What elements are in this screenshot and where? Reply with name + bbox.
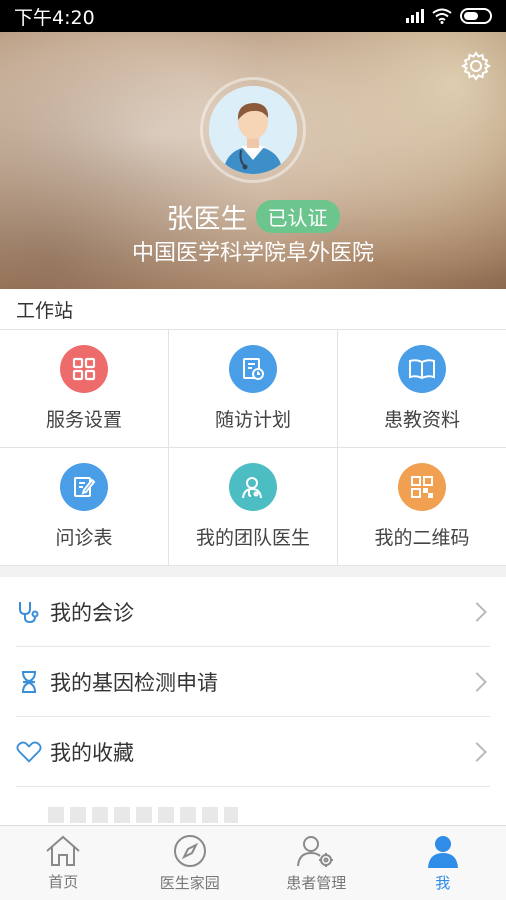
gene-test-item[interactable]: 我的基因检测申请 xyxy=(16,647,490,717)
partial-list-item xyxy=(16,787,506,825)
qrcode-button[interactable]: 我的二维码 xyxy=(338,448,506,566)
settings-gear-icon[interactable] xyxy=(460,50,492,82)
tab-me[interactable]: 我 xyxy=(380,826,506,900)
cell-label: 患教资料 xyxy=(383,409,460,431)
bottom-tab-bar: 首页 医生家园 患者管理 我 xyxy=(0,825,506,900)
patient-manage-icon xyxy=(297,835,334,867)
status-icons xyxy=(406,8,492,24)
chevron-right-icon xyxy=(467,671,487,692)
qrcode-icon xyxy=(398,463,446,511)
my-consultation-item[interactable]: 我的会诊 xyxy=(16,577,490,647)
wifi-icon xyxy=(432,8,452,24)
cell-label: 服务设置 xyxy=(45,409,122,431)
follow-up-plan-button[interactable]: 随访计划 xyxy=(169,330,338,448)
book-icon xyxy=(398,345,446,393)
stethoscope-icon xyxy=(16,599,42,625)
chevron-right-icon xyxy=(467,601,487,622)
hospital-name: 中国医学科学院阜外医院 xyxy=(131,241,374,266)
signal-icon xyxy=(406,9,424,23)
tab-patient-management[interactable]: 患者管理 xyxy=(253,826,380,900)
certified-badge: 已认证 xyxy=(255,200,340,233)
doctor-avatar-icon xyxy=(209,86,297,174)
tab-label: 医生家园 xyxy=(159,873,220,892)
battery-icon xyxy=(460,8,492,24)
avatar[interactable] xyxy=(209,86,297,174)
grid-icon xyxy=(60,345,108,393)
list-item-label: 我的基因检测申请 xyxy=(50,670,218,695)
patient-education-button[interactable]: 患教资料 xyxy=(338,330,506,448)
cell-label: 随访计划 xyxy=(214,409,291,431)
list-item-label: 我的会诊 xyxy=(50,600,134,625)
workstation-title: 工作站 xyxy=(0,289,506,329)
workstation-grid: 服务设置 随访计划 患教资料 问诊表 我的团队医生 我的二维码 xyxy=(0,329,506,566)
person-icon xyxy=(427,835,458,868)
edit-form-icon xyxy=(60,463,108,511)
doctor-team-icon xyxy=(229,463,277,511)
dna-icon xyxy=(16,669,42,695)
name-row: 张医生 已认证 xyxy=(0,197,506,236)
list-item-label: 我的收藏 xyxy=(50,740,134,765)
favorites-item[interactable]: 我的收藏 xyxy=(16,717,490,787)
profile-header: 张医生 已认证 中国医学科学院阜外医院 xyxy=(0,32,506,289)
cell-label: 问诊表 xyxy=(55,527,113,549)
service-settings-button[interactable]: 服务设置 xyxy=(0,330,169,448)
tab-label: 首页 xyxy=(48,872,79,891)
consultation-form-button[interactable]: 问诊表 xyxy=(0,448,169,566)
calendar-clock-icon xyxy=(229,345,277,393)
cell-label: 我的团队医生 xyxy=(195,527,310,549)
heart-icon xyxy=(16,739,42,765)
compass-icon xyxy=(173,834,206,867)
doctor-name: 张医生 xyxy=(166,204,248,235)
home-icon xyxy=(46,835,80,866)
team-doctors-button[interactable]: 我的团队医生 xyxy=(169,448,338,566)
status-bar: 下午4:20 xyxy=(0,0,506,32)
menu-list: 我的会诊 我的基因检测申请 我的收藏 xyxy=(0,577,506,825)
cell-label: 我的二维码 xyxy=(374,527,470,549)
status-time: 下午4:20 xyxy=(14,6,95,29)
chevron-right-icon xyxy=(467,741,487,762)
tab-label: 患者管理 xyxy=(286,873,347,892)
tab-doctor-home[interactable]: 医生家园 xyxy=(127,826,254,900)
tab-home[interactable]: 首页 xyxy=(0,826,127,900)
tab-label: 我 xyxy=(435,873,451,892)
